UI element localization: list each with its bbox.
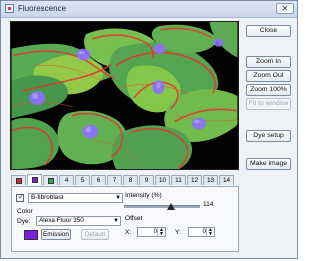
chevron-down-icon: ▼: [113, 218, 119, 224]
zoom-out-button[interactable]: Zoom Out: [246, 70, 291, 82]
x-label: X:: [125, 229, 132, 236]
channel-color-swatch[interactable]: [24, 230, 38, 240]
tab-14[interactable]: 14: [219, 175, 234, 185]
channel-enabled-checkbox[interactable]: ✓: [16, 194, 24, 202]
tab-purple-channel[interactable]: [27, 174, 42, 185]
window-close-button[interactable]: ✕: [276, 3, 294, 14]
tab-red-channel[interactable]: [11, 175, 26, 185]
tab-12[interactable]: 12: [187, 175, 202, 185]
channel-select[interactable]: B-fibroblast ▼: [28, 193, 123, 203]
spin-arrows-icon[interactable]: ▲ ▼: [157, 228, 165, 237]
dye-select[interactable]: Alexa Fluor 350 ▼: [36, 216, 121, 226]
tab-10[interactable]: 10: [155, 175, 170, 185]
tab-5[interactable]: 5: [75, 175, 90, 185]
fit-to-window-button[interactable]: Fit to window: [246, 98, 291, 110]
intensity-slider-thumb[interactable]: [167, 203, 176, 210]
app-icon: [5, 4, 14, 13]
channel-select-value: B-fibroblast: [31, 194, 64, 201]
fluorescence-image-frame[interactable]: [10, 21, 239, 170]
zoom-in-button[interactable]: Zoom In: [246, 56, 291, 68]
emission-button[interactable]: Emission: [41, 229, 71, 240]
tab-11[interactable]: 11: [171, 175, 186, 185]
tab-6[interactable]: 6: [91, 175, 106, 185]
color-label: Color: [17, 208, 33, 215]
intensity-value: 114: [203, 201, 214, 208]
check-icon: ✓: [18, 194, 24, 201]
intensity-slider[interactable]: [124, 203, 200, 210]
fluorescence-window: Fluorescence ✕ Close Zoom In Zoom Out Zo…: [0, 0, 298, 259]
intensity-label: Intensity (%): [125, 192, 162, 199]
y-offset-spinbox[interactable]: 0 ▲ ▼: [188, 227, 215, 237]
green-swatch-icon: [47, 178, 54, 184]
tab-7[interactable]: 7: [107, 175, 122, 185]
window-title: Fluorescence: [18, 4, 67, 13]
red-swatch-icon: [15, 178, 22, 184]
x-offset-spinbox[interactable]: 0 ▲ ▼: [137, 227, 166, 237]
fluorescence-image[interactable]: [11, 22, 238, 169]
default-button[interactable]: Default: [81, 229, 109, 240]
y-label: Y:: [175, 229, 181, 236]
tab-8[interactable]: 8: [123, 175, 138, 185]
close-button[interactable]: Close: [246, 25, 291, 37]
zoom-100-button[interactable]: Zoom 100%: [246, 84, 291, 96]
tab-4[interactable]: 4: [59, 175, 74, 185]
dye-select-value: Alexa Fluor 350: [39, 217, 84, 224]
channel-tabs: 4 5 6 7 8 9 10 11 12 13 14: [11, 174, 239, 186]
channel-settings-panel: ✓ B-fibroblast ▼ Color Dye: Alexa Fluor …: [11, 186, 239, 252]
tab-13[interactable]: 13: [203, 175, 218, 185]
make-image-button[interactable]: Make image: [246, 158, 291, 170]
tab-9[interactable]: 9: [139, 175, 154, 185]
dye-setup-button[interactable]: Dye setup: [246, 130, 291, 142]
dye-label: Dye:: [17, 218, 31, 225]
spin-arrows-icon[interactable]: ▲ ▼: [206, 228, 214, 237]
chevron-down-icon: ▼: [115, 195, 121, 201]
title-bar: Fluorescence ✕: [1, 1, 297, 18]
offset-label: Offset: [125, 215, 143, 222]
tab-green-channel[interactable]: [43, 175, 58, 185]
purple-swatch-icon: [31, 177, 38, 183]
